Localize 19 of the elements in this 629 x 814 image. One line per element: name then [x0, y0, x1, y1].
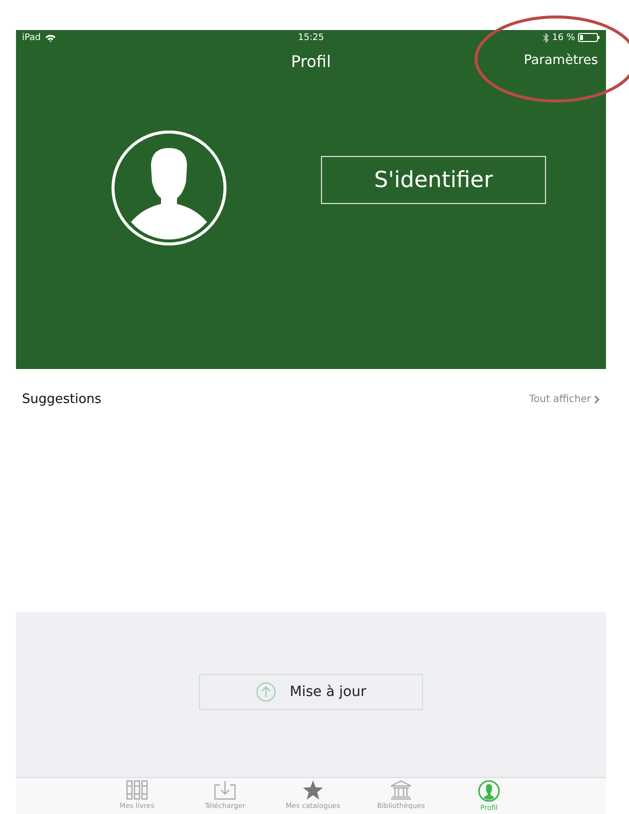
books-icon [126, 780, 148, 800]
download-icon [214, 780, 236, 800]
settings-link[interactable]: Paramètres [524, 53, 598, 68]
wifi-icon [44, 34, 56, 42]
battery-percent: 16 % [552, 32, 575, 42]
chevron-icon [594, 394, 600, 404]
battery-icon [578, 33, 600, 42]
device-label: iPad [22, 32, 41, 42]
building-icon [390, 780, 412, 800]
nav-title: Profil [291, 52, 331, 71]
update-button[interactable]: Mise à jour [199, 674, 423, 710]
section-title: Suggestions [22, 392, 102, 406]
status-time: 15:25 [298, 32, 324, 42]
avatar-silhouette-icon [111, 130, 227, 246]
star-icon [302, 780, 324, 800]
person-icon [478, 780, 500, 802]
bluetooth-icon [543, 32, 550, 42]
see-all-link[interactable]: Tout afficher [529, 394, 600, 404]
sign-in-button[interactable]: S'identifier [321, 156, 546, 204]
